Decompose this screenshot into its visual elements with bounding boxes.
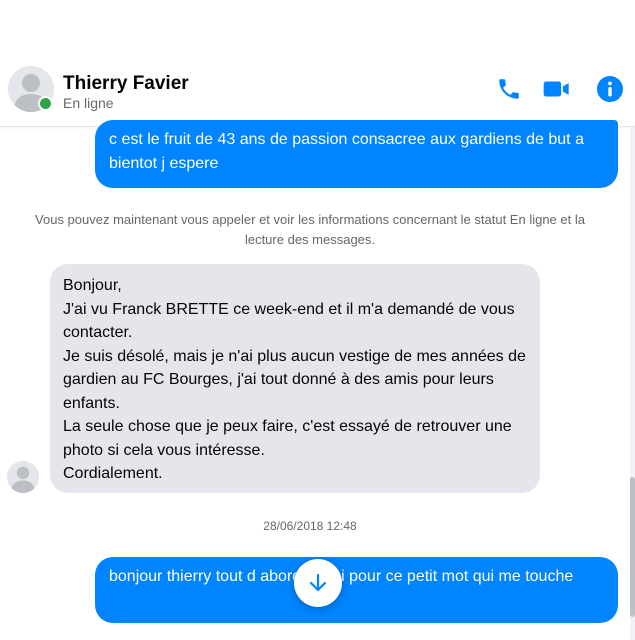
online-status-dot bbox=[38, 96, 53, 111]
outgoing-message[interactable]: c est le fruit de 43 ans de passion cons… bbox=[95, 120, 618, 188]
system-notice: Vous pouvez maintenant vous appeler et v… bbox=[35, 212, 585, 247]
video-call-button[interactable] bbox=[542, 74, 572, 104]
top-bar bbox=[0, 0, 635, 53]
call-button[interactable] bbox=[494, 74, 524, 104]
contact-name[interactable]: Thierry Favier bbox=[63, 73, 189, 95]
contact-status: En ligne bbox=[63, 95, 114, 111]
incoming-message[interactable]: Bonjour, J'ai vu Franck BRETTE ce week-e… bbox=[50, 264, 540, 493]
info-button[interactable] bbox=[595, 74, 625, 104]
sender-avatar[interactable] bbox=[7, 461, 39, 493]
default-profile-icon bbox=[7, 461, 39, 493]
contact-avatar[interactable] bbox=[8, 66, 54, 112]
arrow-down-icon bbox=[309, 573, 327, 592]
scrollbar-track[interactable] bbox=[630, 127, 635, 640]
phone-icon bbox=[499, 79, 519, 99]
message-timestamp: 28/06/2018 12:48 bbox=[263, 519, 357, 533]
scroll-to-bottom-button[interactable] bbox=[294, 559, 342, 607]
outgoing-message[interactable]: bonjour thierry tout d abord merci pour … bbox=[95, 557, 618, 623]
conversation-header: Thierry Favier En ligne bbox=[0, 52, 635, 127]
info-icon bbox=[597, 76, 623, 102]
scrollbar-thumb[interactable] bbox=[630, 477, 635, 617]
video-camera-icon bbox=[543, 81, 569, 97]
